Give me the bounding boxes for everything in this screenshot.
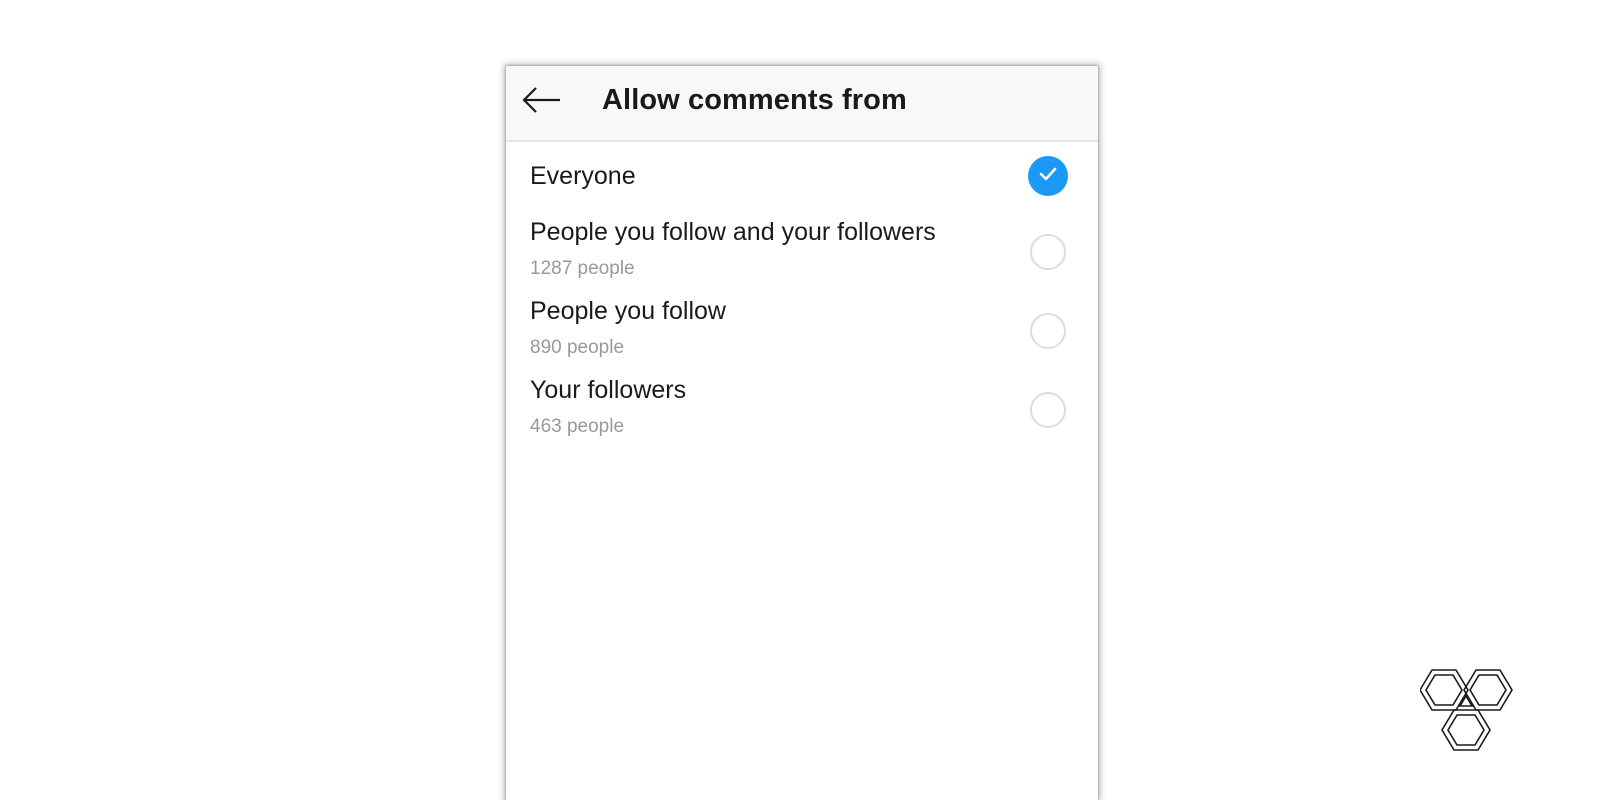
page-title: Allow comments from [602,84,907,116]
radio-unselected[interactable] [1030,313,1066,349]
option-count: 1287 people [530,258,635,279]
back-button[interactable] [520,82,564,122]
header-bar: Allow comments from [506,66,1098,142]
radio-unselected[interactable] [1030,234,1066,270]
option-label: Everyone [530,162,636,190]
hexagon-logo-icon [1419,668,1524,754]
checkmark-icon [1037,163,1059,190]
option-people-you-follow[interactable]: People you follow 890 people [506,293,1098,367]
radio-selected[interactable] [1028,156,1068,196]
option-count: 463 people [530,416,625,437]
option-people-you-follow-and-followers[interactable]: People you follow and your followers 128… [506,214,1098,288]
option-label: People you follow [530,297,726,325]
option-everyone[interactable]: Everyone [506,150,1098,206]
option-label: Your followers [530,376,687,404]
arrow-left-icon [522,86,562,119]
radio-unselected[interactable] [1030,392,1066,428]
option-count: 890 people [530,337,625,358]
settings-screen: Allow comments from Everyone People you … [506,66,1098,800]
option-label: People you follow and your followers [530,218,936,246]
option-your-followers[interactable]: Your followers 463 people [506,372,1098,446]
